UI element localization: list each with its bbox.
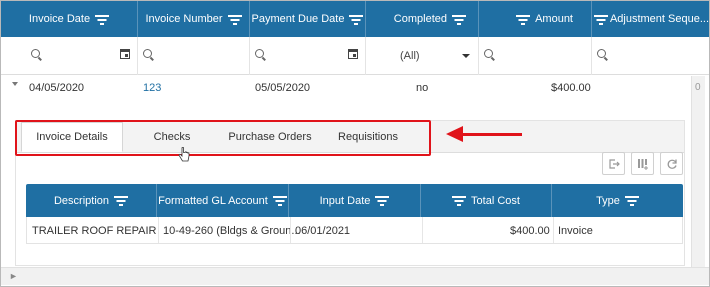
horizontal-scrollbar[interactable]: ►: [1, 267, 709, 285]
col-label: Total Cost: [471, 194, 520, 207]
refresh-icon: [667, 159, 677, 169]
filter-icon[interactable]: [227, 14, 242, 25]
table-row[interactable]: 04/05/2020 123 05/05/2020 no $400.00: [1, 75, 709, 100]
col-label: Invoice Date: [28, 13, 91, 25]
col-label: Type: [596, 194, 620, 207]
cell-description: TRAILER ROOF REPAIR: [32, 225, 157, 237]
filter-icon[interactable]: [375, 196, 390, 206]
col-header-type[interactable]: Type: [552, 184, 683, 217]
cell-gl-account: 10-49-260 (Bldgs & Groun...: [163, 225, 301, 237]
completed-filter-select[interactable]: (All): [366, 37, 479, 75]
callout-arrow: [462, 133, 522, 136]
filter-icon[interactable]: [95, 14, 110, 25]
column-divider: [422, 217, 423, 243]
col-header-completed[interactable]: Completed: [366, 1, 479, 37]
col-label: Input Date: [319, 194, 371, 207]
col-label: Completed: [393, 13, 447, 25]
search-icon: [597, 49, 606, 58]
cell-amount: $400.00: [551, 82, 591, 94]
payment-due-date-filter[interactable]: [250, 37, 366, 75]
table-row[interactable]: TRAILER ROOF REPAIR 10-49-260 (Bldgs & G…: [26, 217, 683, 244]
cell-completed: no: [416, 82, 429, 94]
col-header-total-cost[interactable]: Total Cost: [421, 184, 552, 217]
column-chooser-button[interactable]: [631, 152, 654, 175]
cell-invoice-date: 04/05/2020: [29, 82, 85, 94]
filter-row: (All): [1, 37, 709, 75]
amount-filter[interactable]: [479, 37, 592, 75]
search-icon: [484, 49, 493, 58]
expand-row-icon[interactable]: [12, 82, 18, 86]
cell-type: Invoice: [558, 225, 593, 237]
col-header-adjustment-sequence[interactable]: Adjustment Seque...: [592, 1, 709, 37]
col-header-invoice-date[interactable]: Invoice Date: [1, 1, 138, 37]
invoice-date-filter[interactable]: [1, 37, 138, 75]
filter-icon[interactable]: [452, 14, 466, 25]
completed-filter-value: (All): [400, 50, 420, 62]
filter-icon[interactable]: [114, 196, 129, 206]
col-header-input-date[interactable]: Input Date: [289, 184, 421, 217]
col-label: Description: [53, 194, 110, 207]
arrow-head: [446, 126, 463, 142]
calendar-icon[interactable]: [120, 49, 130, 59]
cell-total-cost: $400.00: [510, 225, 550, 237]
cell-input-date: 06/01/2021: [295, 225, 351, 237]
cell-payment-due-date: 05/05/2020: [255, 82, 311, 94]
export-button[interactable]: [602, 152, 625, 175]
highlight-box: [15, 120, 431, 156]
search-icon: [255, 49, 264, 58]
search-icon: [31, 49, 40, 58]
col-label: Adjustment Seque...: [609, 13, 709, 25]
detail-grid-header: Description Formatted GL Account Input D…: [26, 184, 683, 217]
col-label: Amount: [535, 13, 573, 25]
filter-icon[interactable]: [594, 14, 609, 25]
col-header-formatted-gl-account[interactable]: Formatted GL Account: [157, 184, 289, 217]
filter-icon[interactable]: [516, 14, 531, 25]
adjustment-sequence-filter[interactable]: [592, 37, 709, 75]
refresh-button[interactable]: [660, 152, 683, 175]
column-divider: [158, 217, 159, 243]
cell-invoice-number-link[interactable]: 123: [143, 82, 161, 94]
col-header-amount[interactable]: Amount: [479, 1, 592, 37]
filter-icon[interactable]: [624, 196, 639, 206]
column-divider: [553, 217, 554, 243]
col-header-description[interactable]: Description: [26, 184, 157, 217]
col-label: Invoice Number: [145, 13, 223, 25]
vertical-scrollbar[interactable]: 0: [691, 76, 705, 267]
search-icon: [143, 49, 152, 58]
calendar-icon[interactable]: [348, 49, 358, 59]
grid-header: Invoice Date Invoice Number Payment Due …: [1, 1, 709, 37]
export-icon: [608, 158, 620, 169]
column-chooser-icon: [637, 158, 648, 170]
invoice-number-filter[interactable]: [138, 37, 250, 75]
filter-icon[interactable]: [272, 196, 287, 206]
column-divider: [290, 217, 291, 243]
col-header-payment-due-date[interactable]: Payment Due Date: [250, 1, 366, 37]
filter-icon[interactable]: [349, 14, 364, 25]
col-label: Payment Due Date: [251, 13, 345, 25]
col-label: Formatted GL Account: [158, 194, 268, 207]
scroll-left-icon[interactable]: ►: [9, 271, 18, 281]
cell-adjustment-sequence: 0: [695, 82, 701, 93]
hand-cursor-icon: [178, 147, 190, 162]
chevron-down-icon: [462, 54, 470, 58]
col-header-invoice-number[interactable]: Invoice Number: [138, 1, 250, 37]
filter-icon[interactable]: [452, 196, 467, 206]
